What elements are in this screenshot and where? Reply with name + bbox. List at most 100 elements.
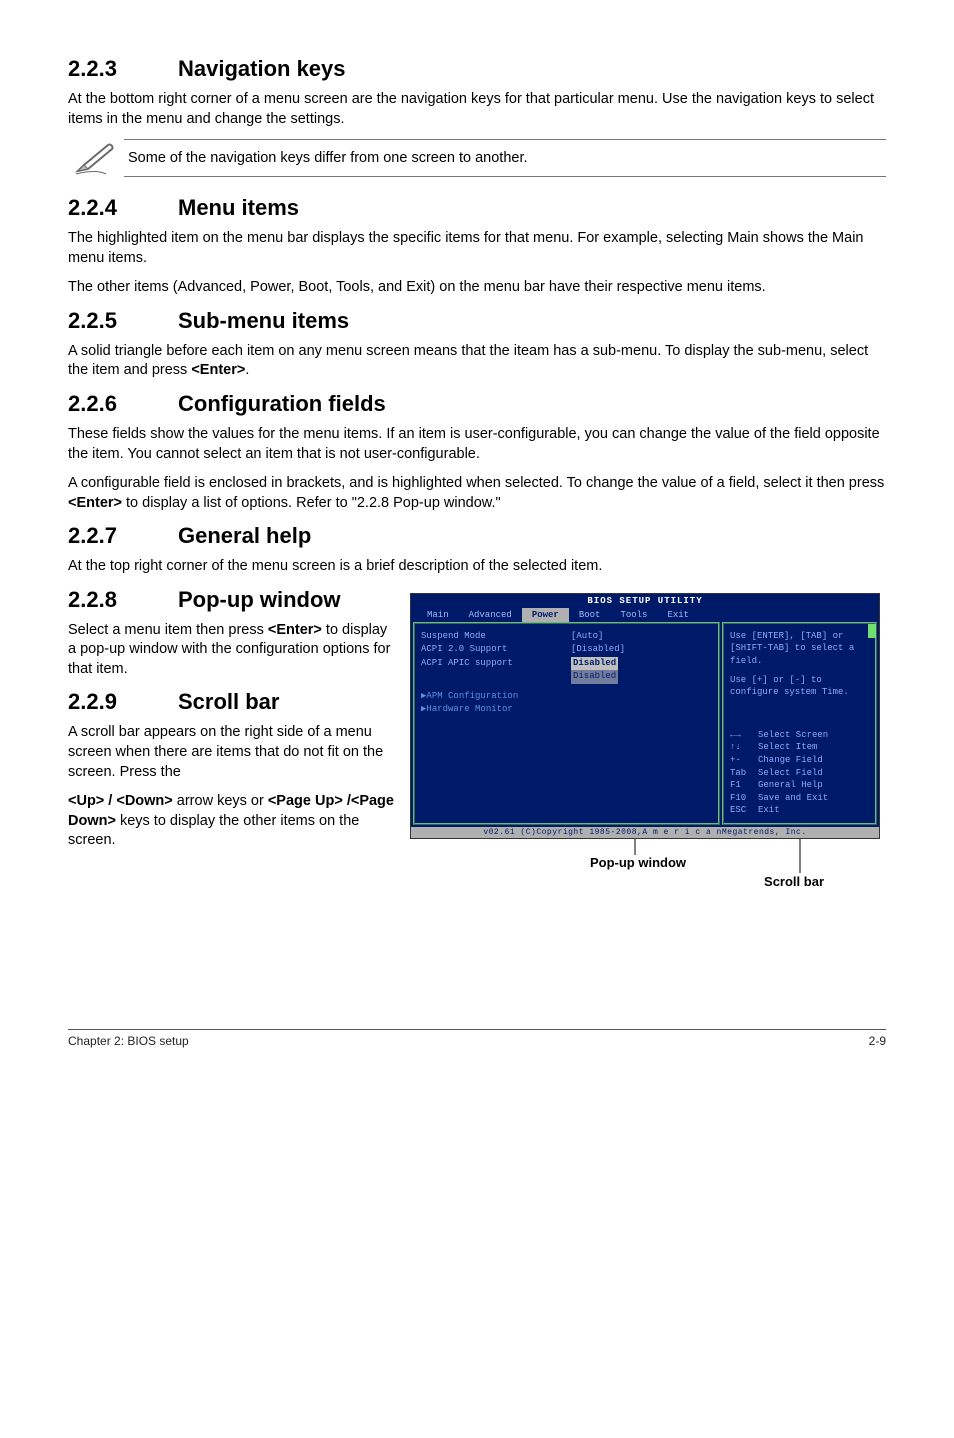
bios-key-saveexit-label: Save and Exit: [758, 792, 828, 805]
bios-row-acpi20-label: ACPI 2.0 Support: [421, 643, 571, 657]
note-text: Some of the navigation keys differ from …: [124, 139, 886, 177]
bios-row-suspend-label: Suspend Mode: [421, 630, 571, 644]
bios-key-generalhelp: F1General Help: [730, 779, 869, 792]
para-224-1: The highlighted item on the menu bar dis…: [68, 229, 886, 268]
para-228-1: Select a menu item then press <Enter> to…: [68, 621, 398, 680]
bios-key-selectitem-label: Select Item: [758, 741, 817, 754]
bios-left-pane: Suspend Mode [Auto] ACPI 2.0 Support [Di…: [413, 622, 720, 825]
para-226-2a: A configurable field is enclosed in brac…: [68, 475, 884, 491]
arrows-ud-icon: ↑↓: [730, 741, 758, 754]
para-224-2: The other items (Advanced, Power, Boot, …: [68, 278, 886, 298]
heading-229-title: Scroll bar: [178, 689, 279, 714]
bios-help-1: Use [ENTER], [TAB] or [SHIFT-TAB] to sel…: [730, 630, 869, 668]
heading-225-num: 2.2.5: [68, 308, 178, 334]
heading-225-title: Sub-menu items: [178, 308, 349, 333]
bios-key-exit: ESCExit: [730, 804, 869, 817]
bios-tab-boot[interactable]: Boot: [569, 608, 611, 622]
bios-screenshot: BIOS SETUP UTILITY Main Advanced Power B…: [410, 593, 886, 889]
para-229-2: <Up> / <Down> arrow keys or <Page Up> /<…: [68, 792, 398, 851]
para-226-2: A configurable field is enclosed in brac…: [68, 474, 886, 513]
para-229-1: A scroll bar appears on the right side o…: [68, 723, 398, 782]
heading-228: 2.2.8Pop-up window: [68, 587, 398, 613]
tab-key-label: Tab: [730, 767, 758, 780]
heading-227-title: General help: [178, 523, 311, 548]
heading-229-num: 2.2.9: [68, 689, 178, 715]
footer-right: 2-9: [869, 1034, 886, 1048]
arrows-lr-icon: ←→: [730, 729, 758, 742]
para-225-1: A solid triangle before each item on any…: [68, 342, 886, 381]
bios-key-changefield-label: Change Field: [758, 754, 823, 767]
f1-key-label: F1: [730, 779, 758, 792]
bios-row-acpiapic-label: ACPI APIC support: [421, 657, 571, 684]
heading-225: 2.2.5Sub-menu items: [68, 308, 886, 334]
bios-row-suspend-value: [Auto]: [571, 630, 603, 644]
bios-key-changefield: +-Change Field: [730, 754, 869, 767]
heading-224: 2.2.4Menu items: [68, 195, 886, 221]
bios-key-selectfield-label: Select Field: [758, 767, 823, 780]
bios-key-selectfield: TabSelect Field: [730, 767, 869, 780]
bios-row-acpi20-value: [Disabled]: [571, 643, 625, 657]
heading-223: 2.2.3Navigation keys: [68, 56, 886, 82]
para-226-2c: to display a list of options. Refer to "…: [122, 495, 501, 511]
bios-popup-opt1[interactable]: Disabled: [571, 657, 618, 671]
para-226-1: These fields show the values for the men…: [68, 425, 886, 464]
bios-tab-advanced[interactable]: Advanced: [459, 608, 522, 622]
bios-tab-main[interactable]: Main: [417, 608, 459, 622]
callout-scroll-bar: Scroll bar: [410, 874, 886, 889]
heading-227-num: 2.2.7: [68, 523, 178, 549]
para-228-1a: Select a menu item then press: [68, 622, 268, 638]
bios-tab-tools[interactable]: Tools: [610, 608, 657, 622]
bios-key-selectitem: ↑↓Select Item: [730, 741, 869, 754]
para-225-1a: A solid triangle before each item on any…: [68, 343, 868, 379]
bios-help-2: Use [+] or [-] to configure system Time.: [730, 674, 869, 699]
pencil-icon: [68, 141, 124, 175]
bios-key-selectscreen: ←→Select Screen: [730, 729, 869, 742]
para-223-1: At the bottom right corner of a menu scr…: [68, 90, 886, 129]
heading-226-title: Configuration fields: [178, 391, 386, 416]
esc-key-label: ESC: [730, 804, 758, 817]
bios-key-exit-label: Exit: [758, 804, 780, 817]
f10-key-label: F10: [730, 792, 758, 805]
page-footer: Chapter 2: BIOS setup 2-9: [68, 1029, 886, 1048]
heading-223-title: Navigation keys: [178, 56, 346, 81]
bios-right-pane: Use [ENTER], [TAB] or [SHIFT-TAB] to sel…: [722, 622, 877, 825]
bios-row-apm[interactable]: ▶ APM Configuration: [421, 690, 712, 704]
bios-row-hwmon-label: Hardware Monitor: [426, 703, 512, 717]
heading-228-title: Pop-up window: [178, 587, 341, 612]
footer-left: Chapter 2: BIOS setup: [68, 1034, 189, 1048]
bios-tabs: Main Advanced Power Boot Tools Exit: [411, 608, 879, 622]
bios-tab-exit[interactable]: Exit: [657, 608, 699, 622]
bios-popup[interactable]: Disabled Disabled: [571, 657, 618, 684]
bios-tab-power[interactable]: Power: [522, 608, 569, 622]
para-225-1b: <Enter>: [191, 362, 245, 378]
para-225-1c: .: [245, 362, 249, 378]
bios-key-saveexit: F10Save and Exit: [730, 792, 869, 805]
heading-229: 2.2.9Scroll bar: [68, 689, 398, 715]
heading-224-title: Menu items: [178, 195, 299, 220]
heading-227: 2.2.7General help: [68, 523, 886, 549]
plusminus-icon: +-: [730, 754, 758, 767]
para-227-1: At the top right corner of the menu scre…: [68, 557, 886, 577]
bios-key-generalhelp-label: General Help: [758, 779, 823, 792]
para-226-2b: <Enter>: [68, 495, 122, 511]
callout-popup-window: Pop-up window: [410, 855, 886, 870]
bios-row-suspend[interactable]: Suspend Mode [Auto]: [421, 630, 712, 644]
para-229-2a: <Up> / <Down>: [68, 793, 173, 809]
heading-226: 2.2.6Configuration fields: [68, 391, 886, 417]
heading-223-num: 2.2.3: [68, 56, 178, 82]
bios-key-selectscreen-label: Select Screen: [758, 729, 828, 742]
bios-row-acpi20[interactable]: ACPI 2.0 Support [Disabled]: [421, 643, 712, 657]
note-row: Some of the navigation keys differ from …: [68, 139, 886, 177]
bios-row-apm-label: APM Configuration: [426, 690, 518, 704]
bios-title: BIOS SETUP UTILITY: [411, 594, 879, 608]
heading-226-num: 2.2.6: [68, 391, 178, 417]
para-228-1b: <Enter>: [268, 622, 322, 638]
para-229-2b: arrow keys or: [173, 793, 268, 809]
bios-popup-opt2[interactable]: Disabled: [571, 670, 618, 684]
bios-row-hwmon[interactable]: ▶ Hardware Monitor: [421, 703, 712, 717]
bios-row-acpiapic[interactable]: ACPI APIC support Disabled Disabled: [421, 657, 712, 684]
bios-footer: v02.61 (C)Copyright 1985-2008,A m e r i …: [411, 827, 879, 838]
heading-224-num: 2.2.4: [68, 195, 178, 221]
bios-scrollbar[interactable]: [868, 624, 876, 638]
heading-228-num: 2.2.8: [68, 587, 178, 613]
